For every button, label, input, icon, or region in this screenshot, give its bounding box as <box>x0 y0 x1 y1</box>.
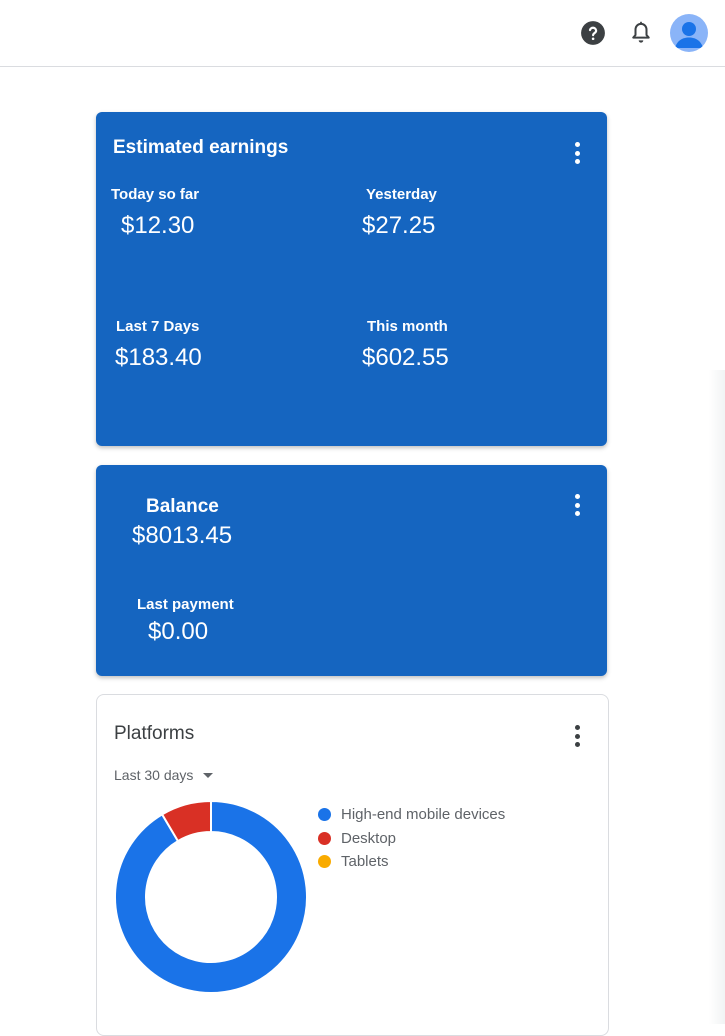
earnings-card-title: Estimated earnings <box>113 137 289 158</box>
today-label: Today so far <box>111 186 200 203</box>
last-7-days-value: $183.40 <box>115 344 202 371</box>
today-value: $12.30 <box>121 212 195 239</box>
balance-card: Balance $8013.45 Last payment $0.00 <box>96 465 607 676</box>
page-scrollbar-edge <box>709 370 725 1024</box>
this-month-label: This month <box>367 318 448 335</box>
legend-item-tablets[interactable]: Tablets <box>318 850 505 874</box>
legend-item-desktop[interactable]: Desktop <box>318 827 505 851</box>
top-app-bar <box>0 0 725 67</box>
date-range-dropdown[interactable]: Last 30 days <box>114 767 214 783</box>
this-month-value: $602.55 <box>362 344 449 371</box>
platforms-menu-button[interactable] <box>569 725 585 747</box>
notifications-bell-icon[interactable] <box>628 20 654 46</box>
legend-item-mobile[interactable]: High-end mobile devices <box>318 803 505 827</box>
legend-label-mobile: High-end mobile devices <box>341 806 506 824</box>
legend-dot-desktop <box>318 831 331 845</box>
legend-label-desktop: Desktop <box>341 829 397 847</box>
yesterday-value: $27.25 <box>362 212 436 239</box>
balance-menu-button[interactable] <box>569 494 585 516</box>
last-payment-value: $0.00 <box>148 618 209 645</box>
estimated-earnings-card: Estimated earnings Today so far $12.30 Y… <box>96 112 607 446</box>
legend-dot-mobile <box>318 808 331 822</box>
legend-label-tablets: Tablets <box>341 853 389 871</box>
platforms-title: Platforms <box>114 723 195 744</box>
platforms-donut-chart <box>114 799 308 994</box>
last-payment-label: Last payment <box>137 596 234 613</box>
last-7-days-label: Last 7 Days <box>116 318 200 335</box>
date-range-label: Last 30 days <box>114 767 194 783</box>
balance-value: $8013.45 <box>132 522 233 549</box>
help-icon[interactable] <box>580 20 606 46</box>
legend-dot-tablets <box>318 855 331 869</box>
earnings-menu-button[interactable] <box>569 142 585 164</box>
caret-down-icon <box>203 772 214 778</box>
account-avatar-icon <box>675 22 703 48</box>
yesterday-label: Yesterday <box>366 186 437 203</box>
balance-title: Balance <box>146 496 219 517</box>
platforms-card: Platforms Last 30 days High-end mobile d… <box>96 694 609 1036</box>
chart-legend: High-end mobile devices Desktop Tablets <box>318 803 505 874</box>
account-avatar[interactable] <box>670 14 708 52</box>
